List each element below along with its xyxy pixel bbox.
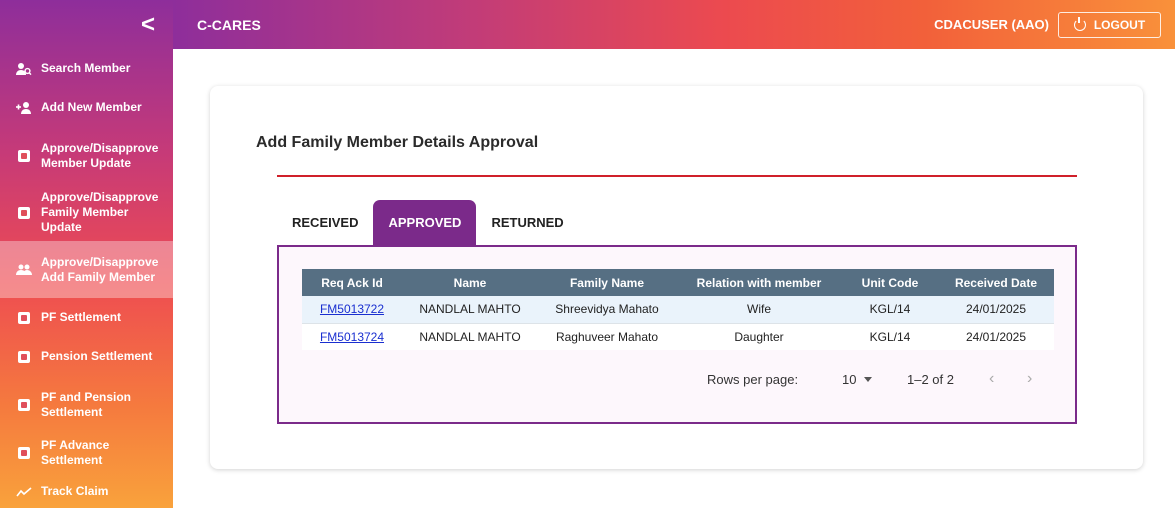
- sidebar-item-pf-advance-settlement[interactable]: PF Advance Settlement: [0, 433, 173, 472]
- approval-card: Add Family Member Details Approval RECEI…: [210, 86, 1143, 469]
- caret-down-icon: [864, 377, 873, 382]
- req-ack-id-link[interactable]: FM5013722: [320, 302, 384, 316]
- group-icon: [16, 262, 32, 278]
- current-user: CDACUSER (AAO): [934, 17, 1049, 32]
- sidebar-item-pf-and-pension-settlement[interactable]: PF and Pension Settlement: [0, 376, 173, 433]
- table-cell: NANDLAL MAHTO: [402, 296, 538, 324]
- sidebar-item-pf-settlement[interactable]: PF Settlement: [0, 298, 173, 337]
- form-icon: [16, 148, 32, 164]
- trend-icon: [16, 484, 32, 500]
- table-cell: Shreevidya Mahato: [538, 296, 676, 324]
- tab-approved[interactable]: APPROVED: [373, 200, 477, 245]
- sidebar-item-label: Track Claim: [41, 484, 109, 498]
- sidebar-item-label: Search Member: [41, 61, 131, 75]
- table-cell: KGL/14: [842, 323, 938, 350]
- chevron-left-icon: <: [140, 10, 155, 38]
- column-header[interactable]: Req Ack Id: [302, 269, 402, 296]
- column-header[interactable]: Relation with member: [676, 269, 842, 296]
- sidebar-item-search-member[interactable]: Search Member: [0, 49, 173, 88]
- table-cell: 24/01/2025: [938, 323, 1054, 350]
- sidebar: < Search Member Add New Member Approve/D…: [0, 0, 173, 508]
- table-header-row: Req Ack Id Name Family Name Relation wit…: [302, 269, 1054, 296]
- sidebar-item-add-new-member[interactable]: Add New Member: [0, 88, 173, 127]
- form-icon: [16, 205, 32, 221]
- sidebar-item-label: Approve/Disapprove Family Member Update: [41, 190, 159, 234]
- sidebar-item-label: Approve/Disapprove Member Update: [41, 140, 159, 170]
- rows-per-page-select[interactable]: 10: [842, 372, 873, 387]
- collapse-sidebar-button[interactable]: <: [0, 0, 173, 49]
- table-cell: KGL/14: [842, 296, 938, 324]
- form-icon: [16, 397, 32, 413]
- chevron-left-icon[interactable]: ‹: [989, 370, 994, 388]
- tab-bar: RECEIVED APPROVED RETURNED: [277, 200, 579, 245]
- column-header[interactable]: Name: [402, 269, 538, 296]
- rows-per-page-label: Rows per page:: [707, 372, 799, 387]
- sidebar-item-label: Pension Settlement: [41, 349, 153, 363]
- rows-per-page-value: 10: [842, 372, 857, 387]
- table-cell: Wife: [676, 296, 842, 324]
- sidebar-item-approve-family-member-update[interactable]: Approve/Disapprove Family Member Update: [0, 184, 173, 241]
- add-user-icon: [16, 100, 32, 116]
- sidebar-item-pension-settlement[interactable]: Pension Settlement: [0, 337, 173, 376]
- table-cell: NANDLAL MAHTO: [402, 323, 538, 350]
- logout-button[interactable]: LOGOUT: [1058, 12, 1161, 38]
- sidebar-item-approve-member-update[interactable]: Approve/Disapprove Member Update: [0, 127, 173, 184]
- sidebar-item-label: PF and Pension Settlement: [41, 389, 132, 419]
- column-header[interactable]: Received Date: [938, 269, 1054, 296]
- tab-returned[interactable]: RETURNED: [476, 200, 578, 245]
- table-row[interactable]: FM5013722 NANDLAL MAHTO Shreevidya Mahat…: [302, 296, 1054, 324]
- logout-label: LOGOUT: [1093, 18, 1146, 32]
- sidebar-item-approve-add-family-member[interactable]: Approve/Disapprove Add Family Member: [0, 241, 173, 298]
- sidebar-item-track-claim[interactable]: Track Claim: [0, 472, 173, 511]
- chevron-right-icon[interactable]: ›: [1027, 370, 1032, 388]
- approval-table: Req Ack Id Name Family Name Relation wit…: [302, 269, 1054, 350]
- sidebar-item-label: PF Settlement: [41, 310, 122, 324]
- req-ack-id-link[interactable]: FM5013724: [320, 330, 384, 344]
- table-cell: 24/01/2025: [938, 296, 1054, 324]
- sidebar-item-label: Approve/Disapprove Add Family Member: [41, 254, 159, 284]
- search-user-icon: [16, 61, 32, 77]
- table-cell: Daughter: [676, 323, 842, 350]
- page-title: Add Family Member Details Approval: [256, 134, 539, 151]
- divider: [277, 175, 1077, 177]
- form-icon: [16, 349, 32, 365]
- sidebar-item-label: Add New Member: [41, 100, 142, 114]
- table-cell: Raghuveer Mahato: [538, 323, 676, 350]
- tab-received[interactable]: RECEIVED: [277, 200, 373, 245]
- column-header[interactable]: Unit Code: [842, 269, 938, 296]
- pagination-range: 1–2 of 2: [907, 372, 954, 387]
- power-icon: [1073, 17, 1086, 31]
- sidebar-item-label: PF Advance Settlement: [41, 437, 110, 467]
- tab-panel: Req Ack Id Name Family Name Relation wit…: [277, 245, 1077, 424]
- form-icon: [16, 310, 32, 326]
- table-row[interactable]: FM5013724 NANDLAL MAHTO Raghuveer Mahato…: [302, 323, 1054, 350]
- form-icon: [16, 445, 32, 461]
- column-header[interactable]: Family Name: [538, 269, 676, 296]
- top-bar: C-CARES CDACUSER (AAO) LOGOUT: [173, 0, 1175, 49]
- app-title: C-CARES: [197, 16, 261, 33]
